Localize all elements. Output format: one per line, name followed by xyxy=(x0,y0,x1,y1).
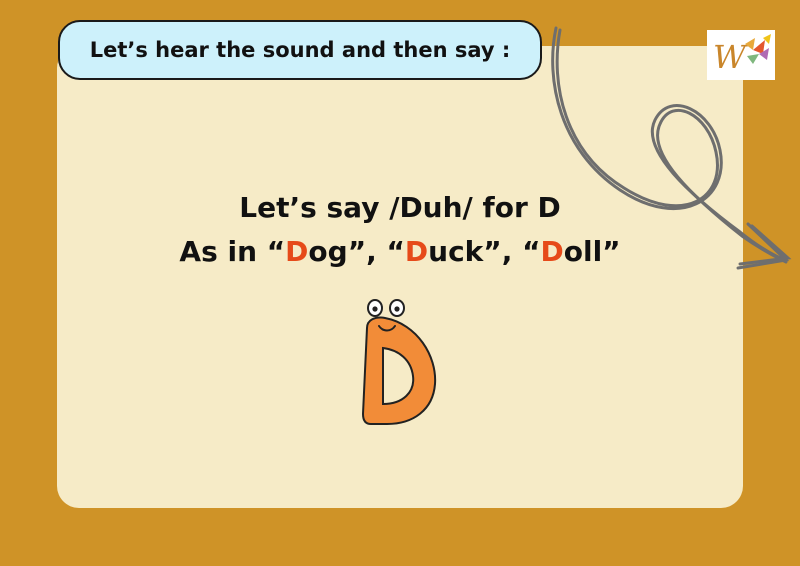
headline: Let’s say /Duh/ for D As in “Dog”, “Duck… xyxy=(57,186,743,274)
dog-letter: D xyxy=(285,235,309,268)
duck-rest: uck”, “ xyxy=(428,235,541,268)
line2-prefix: As in “ xyxy=(179,235,286,268)
doll-rest: oll” xyxy=(563,235,621,268)
instruction-banner: Let’s hear the sound and then say : xyxy=(58,20,542,80)
duck-letter: D xyxy=(404,235,429,268)
instruction-text: Let’s hear the sound and then say : xyxy=(89,38,511,62)
logo: W xyxy=(707,30,775,80)
logo-letter: W xyxy=(713,38,749,76)
content-card xyxy=(57,46,743,508)
d-letter-body xyxy=(361,316,437,425)
dog-rest: og”, “ xyxy=(308,235,405,268)
doll-letter: D xyxy=(540,235,564,268)
eyes-icon xyxy=(367,299,405,317)
headline-line-1: Let’s say /Duh/ for D xyxy=(239,191,561,224)
letter-d-character xyxy=(361,299,437,425)
logo-icon: W xyxy=(707,30,775,80)
headline-line-2: As in “Dog”, “Duck”, “Doll” xyxy=(57,230,743,274)
